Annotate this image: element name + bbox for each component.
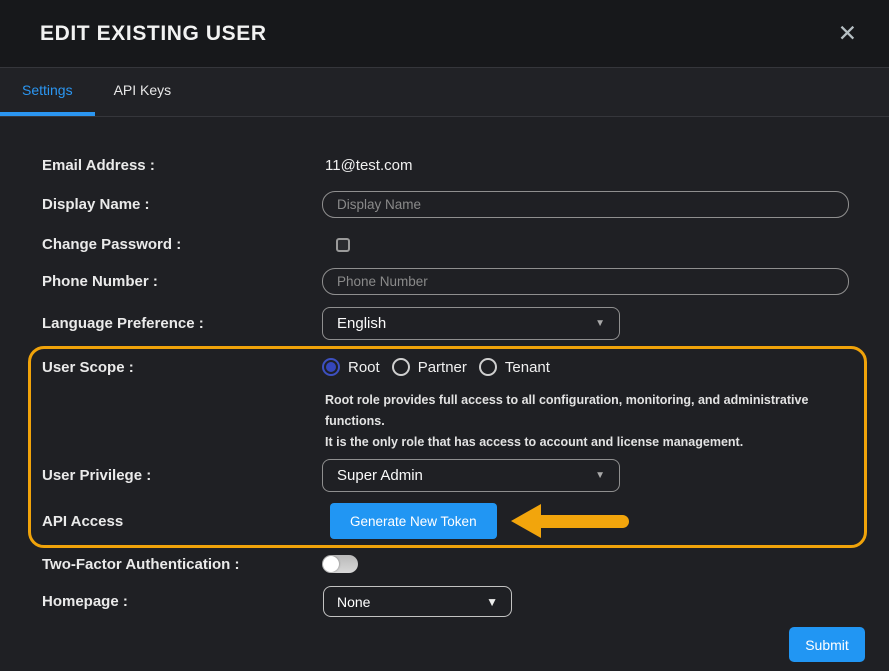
user-scope-help: Root role provides full access to all co…: [325, 390, 864, 453]
submit-button[interactable]: Submit: [789, 627, 865, 662]
email-label: Email Address :: [42, 157, 322, 174]
chevron-down-icon: ▼: [595, 470, 605, 481]
user-scope-help-line1: Root role provides full access to all co…: [325, 390, 864, 432]
phone-label: Phone Number :: [42, 273, 322, 290]
language-select-value: English: [337, 315, 386, 332]
settings-form: Email Address : 11@test.com Display Name…: [0, 117, 889, 671]
tab-settings[interactable]: Settings: [0, 68, 95, 116]
language-label: Language Preference :: [42, 315, 322, 332]
radio-root[interactable]: [322, 358, 340, 376]
email-value: 11@test.com: [325, 157, 412, 174]
change-password-checkbox[interactable]: [336, 238, 350, 252]
two-factor-toggle[interactable]: [322, 555, 358, 573]
radio-root-label: Root: [348, 359, 380, 376]
submit-row: Submit: [0, 627, 889, 662]
user-privilege-label: User Privilege :: [42, 467, 322, 484]
homepage-row: Homepage : None ▼: [0, 586, 889, 617]
api-access-row: API Access Generate New Token: [31, 503, 864, 539]
chevron-down-icon: ▼: [595, 318, 605, 329]
user-privilege-select-value: Super Admin: [337, 467, 423, 484]
arrow-shaft: [541, 515, 629, 528]
display-name-row: Display Name :: [0, 191, 889, 218]
user-scope-radio-group: Root Partner Tenant: [322, 358, 562, 376]
homepage-select[interactable]: None ▼: [323, 586, 512, 617]
homepage-select-value: None: [337, 594, 370, 610]
tab-api-keys[interactable]: API Keys: [95, 68, 191, 116]
tab-bar: Settings API Keys: [0, 68, 889, 117]
display-name-label: Display Name :: [42, 196, 322, 213]
user-scope-row: User Scope : Root Partner Tenant: [31, 357, 864, 377]
user-privilege-select[interactable]: Super Admin ▼: [322, 459, 620, 492]
dropdown-arrow-icon: ▼: [486, 595, 498, 609]
phone-input[interactable]: [322, 268, 849, 295]
highlight-arrow: [511, 504, 629, 538]
radio-tenant[interactable]: [479, 358, 497, 376]
two-factor-row: Two-Factor Authentication :: [0, 555, 889, 573]
modal-header: EDIT EXISTING USER ✕: [0, 0, 889, 68]
highlight-box: User Scope : Root Partner Tenant Root ro…: [28, 346, 867, 548]
radio-tenant-label: Tenant: [505, 359, 550, 376]
close-icon[interactable]: ✕: [838, 22, 857, 45]
display-name-input[interactable]: [322, 191, 849, 218]
arrow-head-icon: [511, 504, 541, 538]
edit-user-modal: EDIT EXISTING USER ✕ Settings API Keys E…: [0, 0, 889, 671]
radio-partner-label: Partner: [418, 359, 467, 376]
change-password-label: Change Password :: [42, 236, 322, 253]
user-scope-help-line2: It is the only role that has access to a…: [325, 432, 864, 453]
generate-token-button[interactable]: Generate New Token: [330, 503, 497, 539]
two-factor-label: Two-Factor Authentication :: [42, 556, 322, 573]
email-row: Email Address : 11@test.com: [0, 153, 889, 177]
phone-row: Phone Number :: [0, 268, 889, 295]
toggle-knob: [323, 556, 339, 572]
language-row: Language Preference : English ▼: [0, 307, 889, 340]
user-scope-label: User Scope :: [42, 359, 322, 376]
change-password-row: Change Password :: [0, 237, 889, 252]
modal-title: EDIT EXISTING USER: [40, 22, 267, 46]
radio-partner[interactable]: [392, 358, 410, 376]
api-access-label: API Access: [42, 513, 322, 530]
homepage-label: Homepage :: [42, 593, 322, 610]
user-privilege-row: User Privilege : Super Admin ▼: [31, 459, 864, 492]
language-select[interactable]: English ▼: [322, 307, 620, 340]
